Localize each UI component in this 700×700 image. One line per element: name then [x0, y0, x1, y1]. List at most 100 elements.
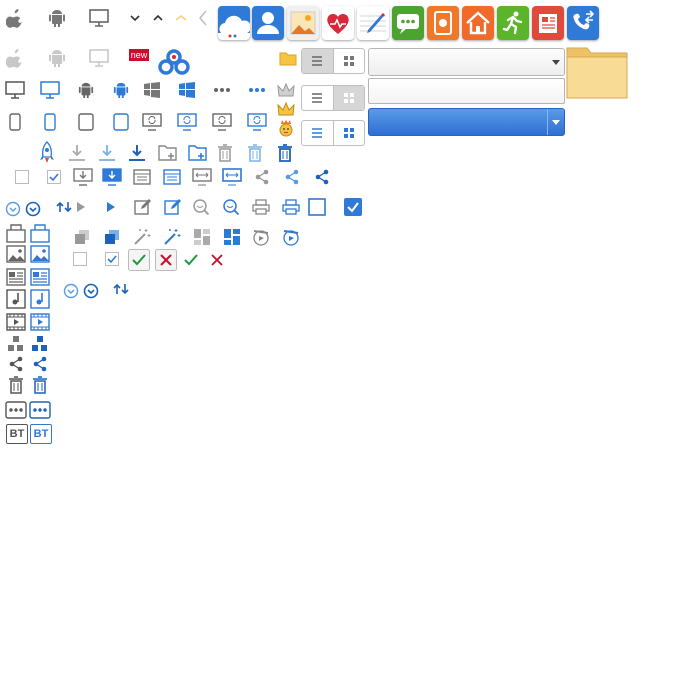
- chevron-left-icon[interactable]: [192, 7, 214, 29]
- contact-app-icon[interactable]: [252, 6, 284, 40]
- photo-app-icon[interactable]: [287, 6, 319, 40]
- window-icon[interactable]: [131, 166, 153, 188]
- chevron-down-icon[interactable]: [124, 7, 146, 29]
- dropdown-select-blue[interactable]: [368, 108, 565, 136]
- remote-sync-icon[interactable]: [141, 111, 163, 133]
- printer-blue-icon[interactable]: [280, 196, 302, 218]
- list-view-button[interactable]: [302, 49, 333, 73]
- phone-blue-icon[interactable]: [39, 111, 61, 133]
- circle-chevron-down-light-icon[interactable]: [2, 198, 24, 220]
- blocks-icon[interactable]: [5, 333, 27, 355]
- tablet-blue-icon[interactable]: [110, 111, 132, 133]
- circle-chevron-down-icon[interactable]: [80, 280, 102, 302]
- checkbox-checked[interactable]: [43, 166, 65, 188]
- folder-small-icon[interactable]: [277, 47, 299, 69]
- printer-icon[interactable]: [250, 196, 272, 218]
- android-icon[interactable]: [75, 79, 97, 101]
- checkbox-large-checked[interactable]: [342, 196, 364, 218]
- view-toggle-blue[interactable]: [301, 120, 365, 146]
- download-lightblue-icon[interactable]: [96, 142, 118, 164]
- message-app-icon[interactable]: [392, 6, 424, 40]
- health-app-icon[interactable]: [322, 6, 354, 40]
- list-view-button[interactable]: [302, 86, 333, 110]
- blocks-blue-icon[interactable]: [29, 333, 51, 355]
- monitor-light-icon[interactable]: [88, 47, 110, 69]
- grid-view-button[interactable]: [332, 49, 365, 73]
- chevron-up-light-icon[interactable]: [170, 7, 192, 29]
- play-light-icon[interactable]: [70, 196, 92, 218]
- music-blue-icon[interactable]: [29, 288, 51, 310]
- dashboard-tiles-icon[interactable]: [191, 226, 213, 248]
- article-blue-icon[interactable]: [29, 266, 51, 288]
- trash-icon[interactable]: [5, 374, 27, 396]
- trash-blue-icon[interactable]: [274, 142, 296, 164]
- movie-clapper-blue-icon[interactable]: [280, 226, 302, 248]
- remote-sync-blue-icon[interactable]: [176, 111, 198, 133]
- dropdown-select[interactable]: [368, 48, 565, 76]
- phone-icon[interactable]: [4, 111, 26, 133]
- copy-blue-icon[interactable]: [101, 226, 123, 248]
- more-box-blue-icon[interactable]: [29, 399, 51, 421]
- baidu-cloud-icon[interactable]: [157, 48, 191, 76]
- check-icon[interactable]: [180, 249, 202, 271]
- article-icon[interactable]: [5, 266, 27, 288]
- copy-icon[interactable]: [71, 226, 93, 248]
- print-preview-icon[interactable]: [5, 222, 27, 244]
- android-blue-icon[interactable]: [110, 79, 132, 101]
- folder-large-icon[interactable]: [566, 45, 628, 99]
- download-light-icon[interactable]: [66, 142, 88, 164]
- music-icon[interactable]: [5, 288, 27, 310]
- share-blue-icon[interactable]: [29, 353, 51, 375]
- add-folder-blue-icon[interactable]: [187, 142, 209, 164]
- share-icon[interactable]: [251, 166, 273, 188]
- windows-blue-icon[interactable]: [176, 79, 198, 101]
- home-app-icon[interactable]: [462, 6, 494, 40]
- cancel-button-icon[interactable]: [155, 249, 177, 271]
- monitor-icon[interactable]: [4, 79, 26, 101]
- more-dots-blue-icon[interactable]: [246, 79, 268, 101]
- dashboard-tiles-blue-icon[interactable]: [221, 226, 243, 248]
- image-icon[interactable]: [5, 243, 27, 265]
- edit-icon[interactable]: [132, 196, 154, 218]
- play-icon[interactable]: [100, 196, 122, 218]
- magic-wand-icon[interactable]: [131, 226, 153, 248]
- monitor-icon[interactable]: [88, 7, 110, 29]
- screen-resize-blue-icon[interactable]: [221, 166, 243, 188]
- monitor-blue-icon[interactable]: [39, 79, 61, 101]
- edit-blue-icon[interactable]: [162, 196, 184, 218]
- chevron-up-icon[interactable]: [147, 7, 169, 29]
- screen-download-icon[interactable]: [72, 166, 94, 188]
- screen-download-blue-icon[interactable]: [101, 166, 123, 188]
- window-blue-icon[interactable]: [161, 166, 183, 188]
- grid-view-button[interactable]: [332, 86, 364, 110]
- checkbox-small-checked[interactable]: [101, 248, 123, 270]
- confirm-button-icon[interactable]: [128, 249, 150, 271]
- movie-clapper-icon[interactable]: [250, 226, 272, 248]
- rocket-icon[interactable]: [36, 140, 58, 166]
- grid-view-button[interactable]: [332, 121, 365, 145]
- circle-chevron-down-icon[interactable]: [22, 198, 44, 220]
- video-blue-icon[interactable]: [29, 311, 51, 333]
- trash-icon[interactable]: [214, 142, 236, 164]
- download-blue-icon[interactable]: [126, 142, 148, 164]
- remote-sync-blue-icon[interactable]: [246, 111, 268, 133]
- windows-icon[interactable]: [141, 79, 163, 101]
- share-lightblue-icon[interactable]: [281, 166, 303, 188]
- phone-transfer-app-icon[interactable]: [567, 6, 599, 40]
- more-box-icon[interactable]: [5, 399, 27, 421]
- cloud-app-icon[interactable]: [218, 6, 250, 40]
- search-zoom-blue-icon[interactable]: [220, 196, 242, 218]
- video-icon[interactable]: [5, 311, 27, 333]
- recorder-app-icon[interactable]: [427, 6, 459, 40]
- sort-arrows-icon[interactable]: [112, 278, 134, 300]
- news-app-icon[interactable]: [532, 6, 564, 40]
- share-icon[interactable]: [5, 353, 27, 375]
- fitness-app-icon[interactable]: [497, 6, 529, 40]
- trash-lightblue-icon[interactable]: [244, 142, 266, 164]
- screen-resize-icon[interactable]: [191, 166, 213, 188]
- share-blue-icon[interactable]: [311, 166, 333, 188]
- view-toggle-list-selected[interactable]: [301, 48, 365, 74]
- dropdown-arrow-icon[interactable]: [547, 109, 564, 135]
- add-folder-icon[interactable]: [157, 142, 179, 164]
- tablet-icon[interactable]: [75, 111, 97, 133]
